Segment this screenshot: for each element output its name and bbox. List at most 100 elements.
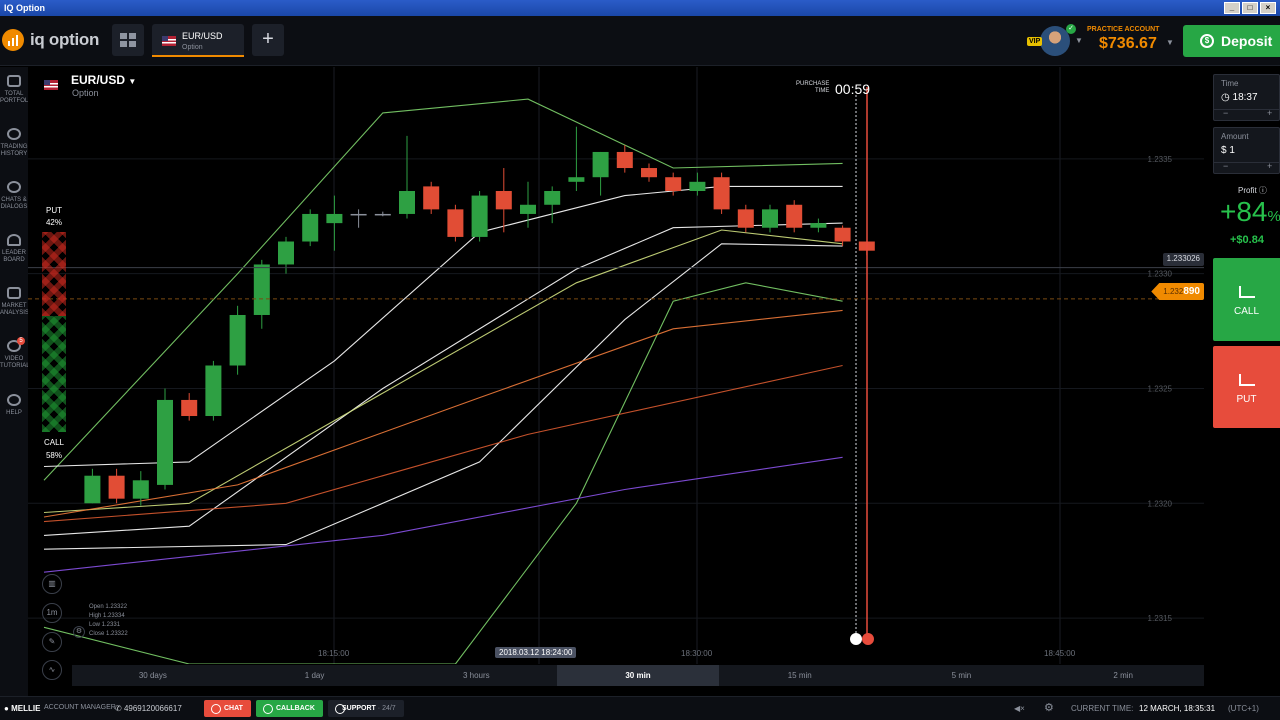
sidebar-item-video-tutorials[interactable]: 5 VIDEO TUTORIALS bbox=[0, 337, 34, 370]
amount-field[interactable]: Amount $ 1 − + bbox=[1213, 127, 1280, 174]
user-name[interactable]: ● MELLIE bbox=[4, 704, 40, 713]
amount-label: Amount bbox=[1221, 132, 1249, 141]
put-button[interactable]: PUT bbox=[1213, 346, 1280, 428]
candle-body bbox=[689, 181, 706, 191]
x-tick: 18:30:00 bbox=[681, 649, 713, 658]
put-sentiment-label: PUT bbox=[46, 206, 62, 215]
settings-icon[interactable]: ⚙ bbox=[73, 626, 85, 638]
indicators-icon: ∿ bbox=[48, 665, 56, 674]
timeframe-option[interactable]: 5 min bbox=[881, 665, 1043, 686]
logo[interactable]: iq option bbox=[2, 29, 99, 51]
leaderboard-icon bbox=[7, 234, 21, 246]
close-icon[interactable]: × bbox=[1260, 2, 1276, 14]
candle-body bbox=[641, 168, 657, 178]
profit-label: Profit ⓘ bbox=[1238, 186, 1267, 195]
add-tab-button[interactable]: + bbox=[252, 24, 284, 56]
candle-body bbox=[762, 209, 778, 228]
candle-body bbox=[205, 365, 222, 417]
minimize-icon[interactable]: _ bbox=[1224, 2, 1240, 14]
y-tick-label: 1.2325 bbox=[1148, 384, 1173, 393]
indicator-line bbox=[43, 222, 843, 536]
candle-body bbox=[520, 204, 536, 214]
chart-area[interactable]: 1.2335 1.2330 1.2325 1.2320 1.2315 bbox=[28, 67, 1204, 664]
sidebar-item-help[interactable]: HELP bbox=[0, 394, 28, 417]
top-bar: iq option EUR/USD Option + VIP ✓ ▼ PRACT… bbox=[0, 16, 1280, 66]
candle-body bbox=[786, 204, 803, 228]
chart-type-button[interactable]: ▥ bbox=[42, 574, 62, 594]
left-sidebar: TOTAL PORTFOLIO TRADING HISTORY CHATS & DIA… bbox=[0, 67, 35, 697]
candle-body bbox=[544, 190, 561, 205]
chevron-down-icon[interactable]: ▼ bbox=[1166, 38, 1174, 47]
candles-icon: ▥ bbox=[48, 579, 56, 588]
candle-body bbox=[350, 213, 367, 216]
candle-body bbox=[229, 314, 246, 366]
candle-body bbox=[495, 190, 512, 210]
candle-body bbox=[834, 227, 851, 242]
purchase-time: PURCHASE TIME 00:59 bbox=[796, 81, 870, 97]
indicators-button[interactable]: ∿ bbox=[42, 660, 62, 680]
y-tick-label: 1.2315 bbox=[1148, 614, 1173, 623]
put-sentiment-bar bbox=[42, 232, 66, 316]
timezone: (UTC+1) bbox=[1228, 704, 1259, 713]
notification-badge: 5 bbox=[17, 337, 25, 345]
sidebar-item-history[interactable]: TRADING HISTORY bbox=[0, 128, 28, 158]
profit-percentage: +84% bbox=[1220, 196, 1280, 227]
timeframe-option[interactable]: 2 min bbox=[1042, 665, 1204, 686]
maximize-icon[interactable]: □ bbox=[1242, 2, 1258, 14]
logo-text: iq option bbox=[30, 30, 100, 49]
amount-decrease-button[interactable]: − bbox=[1223, 161, 1228, 171]
chart-up-icon bbox=[1238, 286, 1255, 298]
crosshair-time: 2018.03.12 18:24:00 bbox=[495, 647, 577, 658]
candle-body bbox=[423, 186, 440, 210]
timeframe-button[interactable]: 1m bbox=[42, 603, 62, 623]
asset-tab-type: Option bbox=[182, 44, 203, 51]
candle-body bbox=[84, 475, 101, 504]
candle-body bbox=[665, 177, 682, 191]
asset-tab[interactable]: EUR/USD Option bbox=[152, 24, 244, 57]
current-time-label: CURRENT TIME: bbox=[1071, 704, 1134, 713]
candle-body bbox=[253, 264, 270, 315]
amount-value[interactable]: $ 1 bbox=[1221, 145, 1235, 156]
chart-asset-name: EUR/USD bbox=[71, 73, 126, 87]
assets-grid-button[interactable] bbox=[112, 24, 144, 56]
time-field[interactable]: Time ◷ 18:37 − + bbox=[1213, 74, 1280, 121]
callback-button[interactable]: CALLBACK bbox=[256, 700, 323, 717]
time-label: Time bbox=[1221, 79, 1239, 88]
settings-icon[interactable]: ⚙ bbox=[1044, 701, 1054, 714]
candle-body bbox=[108, 475, 125, 499]
chat-button[interactable]: CHAT bbox=[204, 700, 251, 717]
timeframe-option[interactable]: 30 days bbox=[72, 665, 234, 686]
sidebar-item-market-analysis[interactable]: MARKET ANALYSIS bbox=[0, 287, 29, 317]
history-icon bbox=[7, 128, 21, 140]
sidebar-item-chats[interactable]: CHATS & DIALOGS bbox=[0, 181, 28, 211]
timeframe-option[interactable]: 1 day bbox=[234, 665, 396, 686]
chevron-down-icon: ▼ bbox=[128, 77, 137, 86]
candle-body bbox=[132, 480, 149, 499]
timeframe-option[interactable]: 3 hours bbox=[395, 665, 557, 686]
help-icon bbox=[7, 394, 21, 406]
balance-value[interactable]: $736.67 bbox=[1099, 35, 1157, 53]
account-type-label[interactable]: PRACTICE ACCOUNT bbox=[1087, 26, 1159, 33]
candle-body bbox=[592, 151, 609, 178]
sidebar-item-leaderboard[interactable]: LEADER BOARD bbox=[0, 234, 28, 264]
deposit-button[interactable]: $ Deposit bbox=[1183, 25, 1280, 57]
call-sentiment-bar bbox=[42, 316, 66, 432]
mute-icon[interactable]: ◀× bbox=[1014, 704, 1025, 713]
timeframe-option[interactable]: 15 min bbox=[719, 665, 881, 686]
call-button[interactable]: CALL bbox=[1213, 258, 1280, 341]
time-increase-button[interactable]: + bbox=[1267, 108, 1272, 118]
sidebar-item-portfolio[interactable]: TOTAL PORTFOLIO bbox=[0, 75, 35, 105]
candle-body bbox=[326, 213, 343, 224]
drawing-tools-button[interactable]: ✎ bbox=[42, 632, 62, 652]
amount-increase-button[interactable]: + bbox=[1267, 161, 1272, 171]
y-tick-label: 1.2335 bbox=[1148, 155, 1173, 164]
chevron-down-icon[interactable]: ▼ bbox=[1075, 36, 1083, 45]
timeframe-bar: 30 days 1 day 3 hours 30 min 15 min 5 min 2 mi… bbox=[72, 665, 1204, 686]
purchase-time-label: TIME bbox=[815, 88, 830, 94]
candle-body bbox=[447, 209, 464, 237]
support-button[interactable]: SUPPORT · 24/7 bbox=[328, 700, 404, 717]
window-titlebar: IQ Option _ □ × bbox=[0, 0, 1280, 16]
timeframe-option[interactable]: 30 min bbox=[557, 665, 719, 686]
time-decrease-button[interactable]: − bbox=[1223, 108, 1228, 118]
price-chart[interactable]: 1.2335 1.2330 1.2325 1.2320 1.2315 bbox=[28, 67, 1204, 664]
